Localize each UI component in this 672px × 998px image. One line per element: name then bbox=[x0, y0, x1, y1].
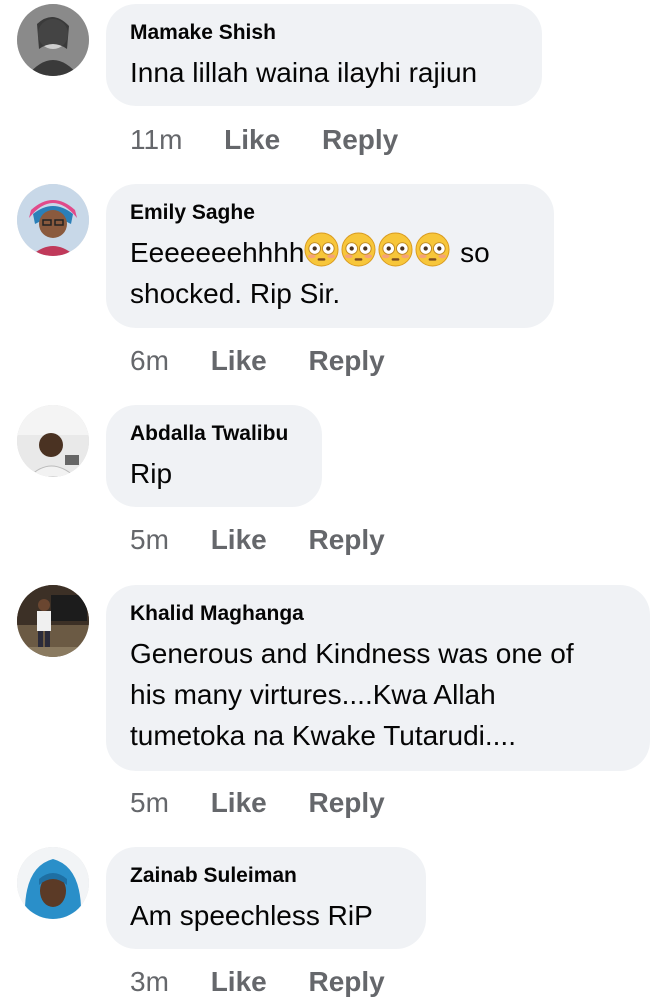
avatar[interactable] bbox=[17, 585, 89, 657]
flushed-face-icon bbox=[415, 232, 450, 267]
flushed-face-icon bbox=[304, 232, 339, 267]
comment-time[interactable]: 5m bbox=[130, 787, 169, 819]
comment-author[interactable]: Abdalla Twalibu bbox=[130, 421, 298, 447]
comment-bubble: Khalid Maghanga Generous and Kindness wa… bbox=[106, 585, 650, 771]
comment-text: Rip bbox=[130, 458, 173, 489]
comment-text-part: shocked. Rip Sir. bbox=[130, 278, 341, 309]
comment-actions: 5m Like Reply bbox=[130, 787, 385, 819]
comment-text: Eeeeeeehhhh so shocked. Rip Sir. bbox=[130, 232, 530, 314]
comment-actions: 6m Like Reply bbox=[130, 345, 385, 377]
like-button[interactable]: Like bbox=[211, 524, 267, 556]
avatar[interactable] bbox=[17, 405, 89, 477]
comment-bubble: Emily Saghe Eeeeeeehhhh so shocked. Rip … bbox=[106, 184, 554, 328]
comment-author[interactable]: Mamake Shish bbox=[130, 20, 518, 46]
comment-author[interactable]: Zainab Suleiman bbox=[130, 863, 402, 889]
avatar[interactable] bbox=[17, 4, 89, 76]
comment-author[interactable]: Khalid Maghanga bbox=[130, 601, 626, 627]
reply-button[interactable]: Reply bbox=[322, 124, 398, 156]
reply-button[interactable]: Reply bbox=[309, 345, 385, 377]
like-button[interactable]: Like bbox=[211, 787, 267, 819]
comment-text: Inna lillah waina ilayhi rajiun bbox=[130, 57, 478, 88]
like-button[interactable]: Like bbox=[224, 124, 280, 156]
like-button[interactable]: Like bbox=[211, 345, 267, 377]
reply-button[interactable]: Reply bbox=[309, 524, 385, 556]
comment-time[interactable]: 6m bbox=[130, 345, 169, 377]
comment-text-line: his many virtures....Kwa Allah bbox=[130, 679, 496, 710]
comment-actions: 5m Like Reply bbox=[130, 524, 385, 556]
comment-time[interactable]: 5m bbox=[130, 524, 169, 556]
reply-button[interactable]: Reply bbox=[309, 966, 385, 998]
like-button[interactable]: Like bbox=[211, 966, 267, 998]
comment-time[interactable]: 11m bbox=[130, 124, 182, 156]
comment-text-line: tumetoka na Kwake Tutarudi.... bbox=[130, 720, 516, 751]
reply-button[interactable]: Reply bbox=[309, 787, 385, 819]
comment-time[interactable]: 3m bbox=[130, 966, 169, 998]
comment-bubble: Abdalla Twalibu Rip bbox=[106, 405, 322, 507]
comment-bubble: Zainab Suleiman Am speechless RiP bbox=[106, 847, 426, 949]
comment-text: Am speechless RiP bbox=[130, 900, 373, 931]
comment-text: Generous and Kindness was one of his man… bbox=[130, 633, 626, 756]
avatar[interactable] bbox=[17, 184, 89, 256]
flushed-face-icon bbox=[378, 232, 413, 267]
comment-author[interactable]: Emily Saghe bbox=[130, 200, 530, 226]
avatar[interactable] bbox=[17, 847, 89, 919]
comment-bubble: Mamake Shish Inna lillah waina ilayhi ra… bbox=[106, 4, 542, 106]
flushed-face-icon bbox=[341, 232, 376, 267]
comment-text-part: Eeeeeeehhhh bbox=[130, 237, 305, 268]
comment-text-line: Generous and Kindness was one of bbox=[130, 638, 574, 669]
comment-actions: 3m Like Reply bbox=[130, 966, 385, 998]
comment-actions: 11m Like Reply bbox=[130, 124, 398, 156]
comment-text-part: so bbox=[452, 237, 490, 268]
